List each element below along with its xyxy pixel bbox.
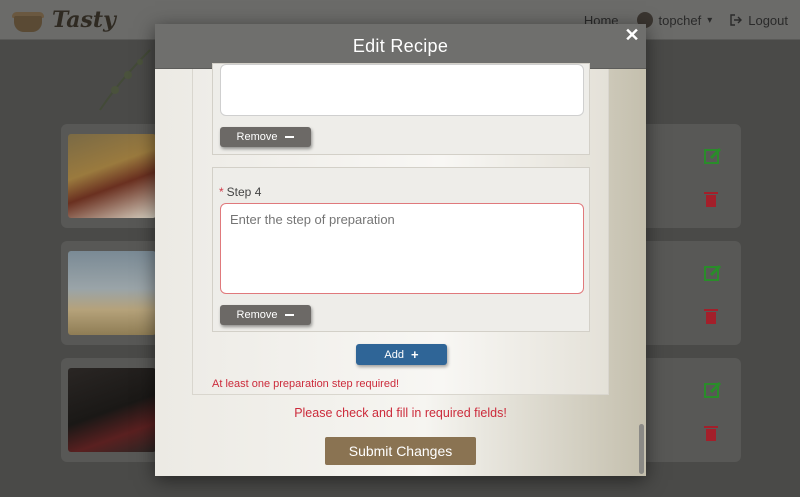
nav-user-menu[interactable]: topchef ▾ [636, 12, 713, 28]
minus-icon [285, 314, 295, 316]
nav-username: topchef [658, 12, 702, 28]
submit-changes-button[interactable]: Submit Changes [325, 437, 476, 465]
nav-logout-label: Logout [748, 12, 788, 28]
trash-icon[interactable] [703, 424, 719, 442]
modal-scrollbar[interactable] [639, 424, 644, 474]
step-label-text: Step 4 [226, 185, 262, 199]
edit-recipe-modal: Edit Recipe ✕ Remove *Step 4 Remove Add … [155, 24, 646, 476]
remove-label: Remove [236, 131, 278, 143]
step-label: * Step 4 [219, 185, 261, 199]
minus-icon [285, 136, 295, 138]
remove-label: Remove [236, 309, 278, 321]
step-4-textarea[interactable] [220, 203, 584, 294]
form-error-message: Please check and fill in required fields… [294, 406, 507, 420]
add-label: Add [384, 348, 404, 361]
remove-step-button[interactable]: Remove [220, 127, 311, 147]
step-block: Remove [212, 63, 590, 155]
step-textarea[interactable] [220, 64, 584, 116]
edit-icon[interactable] [703, 380, 723, 400]
recipe-thumbnail [68, 368, 156, 452]
brand[interactable]: Tasty [10, 6, 116, 34]
modal-title: Edit Recipe [352, 35, 449, 56]
trash-icon[interactable] [703, 190, 719, 208]
plus-icon: + [410, 347, 419, 362]
close-icon[interactable]: ✕ [624, 26, 640, 44]
edit-icon[interactable] [703, 263, 723, 283]
step-block: *Step 4 Remove [212, 167, 590, 332]
trash-icon[interactable] [703, 307, 719, 325]
preparation-steps-panel: Remove *Step 4 Remove Add + At least one… [192, 63, 609, 395]
step-error-message: At least one preparation step required! [212, 378, 400, 390]
remove-step-button[interactable]: Remove [220, 305, 311, 325]
nav-logout-link[interactable]: Logout [730, 13, 788, 28]
brand-name: Tasty [52, 6, 116, 33]
recipe-thumbnail [68, 251, 156, 335]
edit-icon[interactable] [703, 146, 723, 166]
required-star: * [219, 185, 224, 199]
logout-icon [730, 14, 743, 26]
pot-logo-icon [10, 6, 46, 34]
chevron-down-icon: ▾ [707, 14, 713, 26]
recipe-thumbnail [68, 134, 156, 218]
add-step-button[interactable]: Add + [356, 344, 447, 365]
